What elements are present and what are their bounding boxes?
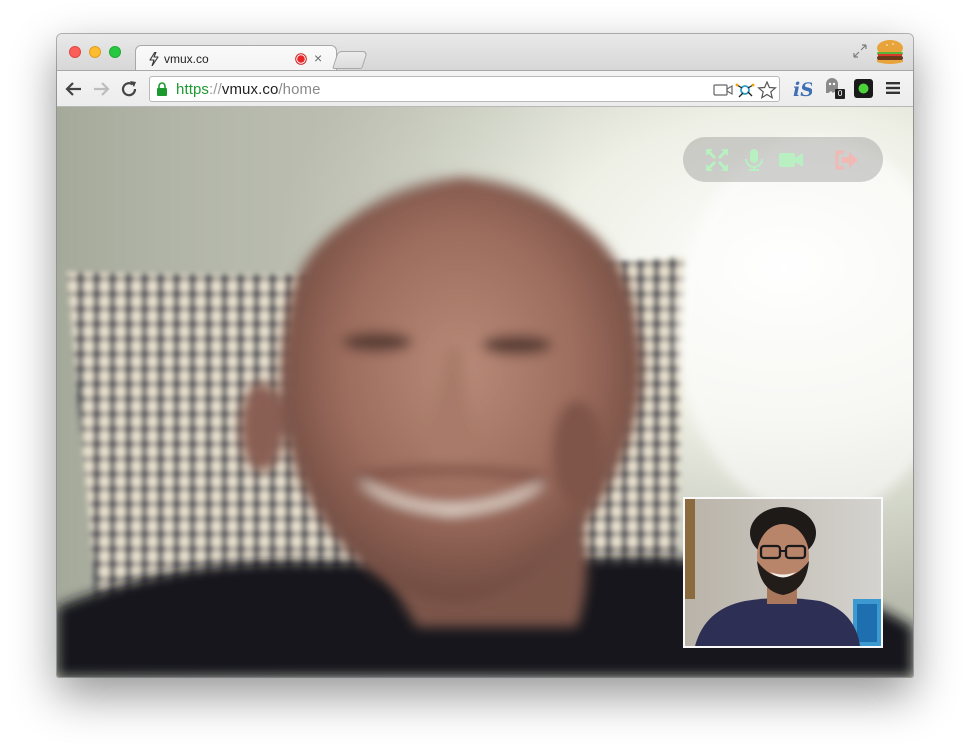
tab-close-button[interactable]: × [314, 50, 322, 66]
extension-badge: 0 [835, 89, 845, 99]
video-call-area [57, 107, 913, 677]
extension-network-icon[interactable] [735, 81, 755, 99]
forward-arrow-icon[interactable] [92, 80, 110, 98]
fullscreen-toggle-icon[interactable] [853, 44, 867, 58]
tab-strip: vmux.co × [57, 34, 913, 72]
tab-title: vmux.co [164, 52, 209, 66]
record-dot-icon [295, 53, 307, 65]
leave-call-icon[interactable] [834, 148, 860, 172]
green-status-extension-icon[interactable] [854, 79, 873, 98]
ghost-extension-icon[interactable]: 0 [824, 77, 846, 101]
url-text: https://vmux.co/home [176, 81, 321, 98]
self-video-preview [683, 497, 883, 648]
lock-icon [157, 82, 167, 96]
is-extension-icon[interactable]: iS [792, 78, 812, 100]
window-close-button[interactable] [69, 46, 81, 58]
tab-vmux[interactable]: vmux.co × [135, 45, 337, 72]
new-tab-button[interactable] [332, 51, 368, 69]
star-icon[interactable] [757, 81, 777, 99]
fullscreen-icon[interactable] [704, 148, 730, 172]
bolt-icon [149, 52, 159, 66]
call-controls-bar [683, 137, 883, 182]
browser-toolbar: https://vmux.co/home iS 0 [57, 70, 913, 107]
back-arrow-icon[interactable] [65, 80, 83, 98]
camera-icon[interactable] [713, 81, 733, 99]
url-path: /home [278, 81, 321, 98]
url-scheme: https [176, 81, 210, 98]
url-separator: :// [209, 81, 222, 98]
window-minimize-button[interactable] [89, 46, 101, 58]
menu-icon[interactable] [886, 81, 900, 95]
reload-icon[interactable] [120, 80, 138, 98]
address-bar[interactable]: https://vmux.co/home [149, 76, 780, 102]
video-camera-icon[interactable] [778, 148, 804, 172]
microphone-icon[interactable] [741, 148, 767, 172]
url-host: vmux.co [221, 81, 279, 98]
svg-text:iS: iS [793, 79, 812, 100]
profile-avatar-burger-icon[interactable] [875, 39, 905, 67]
window-zoom-button[interactable] [109, 46, 121, 58]
browser-window: vmux.co × https://vmux.co/home iS 0 [57, 34, 913, 677]
